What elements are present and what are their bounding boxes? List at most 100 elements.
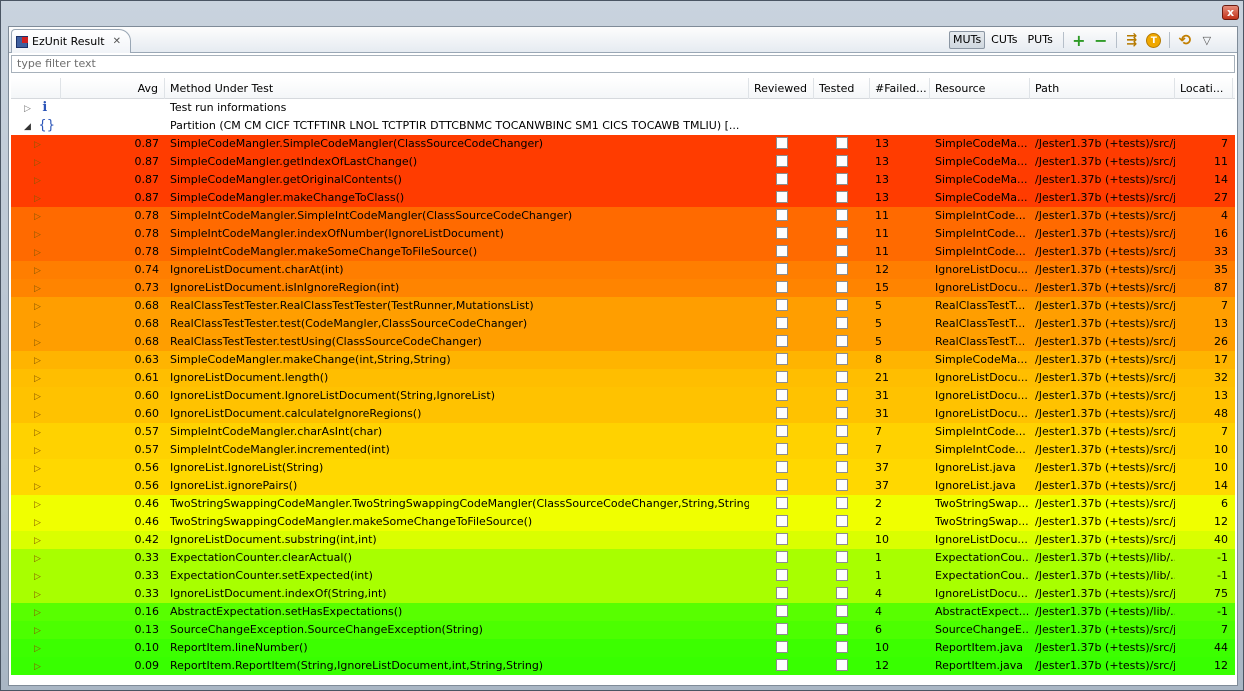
tested-checkbox[interactable]	[836, 173, 848, 185]
table-row[interactable]: ▷ 0.33 IgnoreListDocument.indexOf(String,i…	[11, 585, 1235, 603]
row-expander[interactable]: ▷	[11, 621, 61, 639]
table-row[interactable]: ▷ 0.57 SimpleIntCodeMangler.incremented(in…	[11, 441, 1235, 459]
tested-checkbox[interactable]	[836, 227, 848, 239]
row-expander[interactable]: ▷	[11, 639, 61, 657]
expander-icon[interactable]: ▷	[34, 298, 41, 315]
expander-icon[interactable]: ▷	[34, 460, 41, 477]
row-expander[interactable]: ▷	[11, 315, 61, 333]
expander-icon[interactable]: ▷	[34, 478, 41, 495]
row-expander[interactable]: ▷	[11, 279, 61, 297]
tested-checkbox[interactable]	[836, 191, 848, 203]
tested-checkbox[interactable]	[836, 371, 848, 383]
filter-input[interactable]: type filter text	[11, 55, 1235, 73]
row-expander[interactable]: ▷	[11, 189, 61, 207]
test-icon[interactable]: T	[1145, 31, 1163, 49]
reviewed-checkbox[interactable]	[775, 659, 788, 671]
table-row[interactable]: ▷ 0.57 SimpleIntCodeMangler.charAsInt(char…	[11, 423, 1235, 441]
remove-icon[interactable]: −	[1092, 31, 1110, 50]
expander-icon[interactable]: ▷	[34, 622, 41, 639]
tested-checkbox[interactable]	[836, 461, 848, 473]
tested-checkbox[interactable]	[836, 389, 848, 401]
reviewed-checkbox[interactable]	[775, 569, 788, 581]
reviewed-checkbox[interactable]	[775, 353, 788, 365]
reviewed-checkbox[interactable]	[775, 371, 788, 383]
reviewed-checkbox[interactable]	[775, 407, 788, 419]
table-row[interactable]: ▷ 0.60 IgnoreListDocument.calculateIgnoreR…	[11, 405, 1235, 423]
table-row[interactable]: ▷ 0.61 IgnoreListDocument.length() 21 Ignore…	[11, 369, 1235, 387]
row-expander[interactable]: ▷	[11, 297, 61, 315]
reviewed-checkbox[interactable]	[775, 281, 788, 293]
expander-icon[interactable]: ▷	[34, 280, 41, 297]
expander-icon[interactable]: ▷	[34, 316, 41, 333]
column-header-tree[interactable]: ▼	[11, 78, 61, 99]
info-row[interactable]: ▷ i Test run informations	[11, 99, 1235, 117]
table-row[interactable]: ▷ 0.73 IgnoreListDocument.isInIgnoreRegion…	[11, 279, 1235, 297]
tested-checkbox[interactable]	[836, 623, 848, 635]
row-expander[interactable]: ▷	[11, 459, 61, 477]
table-row[interactable]: ▷ 0.63 SimpleCodeMangler.makeChange(int,St…	[11, 351, 1235, 369]
reviewed-checkbox[interactable]	[775, 335, 788, 347]
row-expander[interactable]: ▷	[11, 585, 61, 603]
expander-icon[interactable]: ▷	[34, 496, 41, 513]
row-expander[interactable]: ▷	[11, 135, 61, 153]
expander-icon[interactable]: ▷	[34, 442, 41, 459]
view-menu-chevron-icon[interactable]: ▽	[1198, 31, 1216, 49]
tested-checkbox[interactable]	[836, 659, 848, 671]
expander-icon[interactable]: ▷	[34, 532, 41, 549]
reviewed-checkbox[interactable]	[775, 155, 788, 167]
reviewed-checkbox[interactable]	[775, 263, 788, 275]
reviewed-checkbox[interactable]	[775, 443, 788, 455]
reviewed-checkbox[interactable]	[775, 209, 788, 221]
expander-icon[interactable]: ▷	[34, 640, 41, 657]
tested-checkbox[interactable]	[836, 317, 848, 329]
expander-icon[interactable]: ▷	[34, 604, 41, 621]
reviewed-checkbox[interactable]	[775, 425, 788, 437]
row-expander[interactable]: ▷	[11, 333, 61, 351]
row-expander[interactable]: ▷	[11, 657, 61, 675]
row-expander[interactable]: ▷	[11, 603, 61, 621]
reviewed-checkbox[interactable]	[775, 551, 788, 563]
column-header-path[interactable]: Path	[1030, 78, 1175, 99]
muts-toggle[interactable]: MUTs	[949, 31, 986, 49]
table-row[interactable]: ▷ 0.42 IgnoreListDocument.substring(int,in…	[11, 531, 1235, 549]
tested-checkbox[interactable]	[836, 335, 848, 347]
filter-arrows-icon[interactable]: ⇶	[1123, 31, 1141, 49]
table-row[interactable]: ▷ 0.60 IgnoreListDocument.IgnoreListDocume…	[11, 387, 1235, 405]
window-close-button[interactable]: x	[1222, 5, 1239, 20]
expander-icon[interactable]: ▷	[24, 100, 31, 117]
row-expander[interactable]: ▷	[11, 351, 61, 369]
row-expander[interactable]: ▷	[11, 567, 61, 585]
tested-checkbox[interactable]	[836, 479, 848, 491]
reviewed-checkbox[interactable]	[775, 587, 788, 599]
puts-toggle[interactable]: PUTs	[1024, 31, 1057, 49]
tested-checkbox[interactable]	[836, 353, 848, 365]
table-row[interactable]: ▷ 0.68 RealClassTestTester.testUsing(Class…	[11, 333, 1235, 351]
expander-icon[interactable]: ▷	[34, 424, 41, 441]
tested-checkbox[interactable]	[836, 281, 848, 293]
row-expander[interactable]: ▷	[11, 171, 61, 189]
reviewed-checkbox[interactable]	[775, 461, 788, 473]
row-expander[interactable]: ▷	[11, 441, 61, 459]
table-row[interactable]: ▷ 0.10 ReportItem.lineNumber() 10 ReportItem…	[11, 639, 1235, 657]
tested-checkbox[interactable]	[836, 605, 848, 617]
row-expander[interactable]: ▷	[11, 549, 61, 567]
expander-icon[interactable]: ▷	[34, 208, 41, 225]
reviewed-checkbox[interactable]	[775, 227, 788, 239]
table-row[interactable]: ▷ 0.09 ReportItem.ReportItem(String,Ignore…	[11, 657, 1235, 675]
column-header-location[interactable]: Locati...	[1175, 78, 1233, 99]
table-row[interactable]: ▷ 0.74 IgnoreListDocument.charAt(int) 12 Ign…	[11, 261, 1235, 279]
row-expander[interactable]: ▷	[11, 495, 61, 513]
table-row[interactable]: ▷ 0.46 TwoStringSwappingCodeMangler.TwoStr…	[11, 495, 1235, 513]
reviewed-checkbox[interactable]	[775, 317, 788, 329]
row-expander[interactable]: ▷	[11, 225, 61, 243]
table-row[interactable]: ▷ 0.33 ExpectationCounter.setExpected(int)…	[11, 567, 1235, 585]
row-expander[interactable]: ▷	[11, 261, 61, 279]
tab-close-icon[interactable]: ✕	[113, 36, 121, 47]
row-expander[interactable]: ▷	[11, 423, 61, 441]
expander-icon[interactable]: ▷	[34, 514, 41, 531]
column-header-avg[interactable]: Avg	[61, 78, 165, 99]
table-row[interactable]: ▷ 0.33 ExpectationCounter.clearActual() 1 Ex…	[11, 549, 1235, 567]
tested-checkbox[interactable]	[836, 515, 848, 527]
expander-icon[interactable]: ▷	[34, 136, 41, 153]
tested-checkbox[interactable]	[836, 209, 848, 221]
